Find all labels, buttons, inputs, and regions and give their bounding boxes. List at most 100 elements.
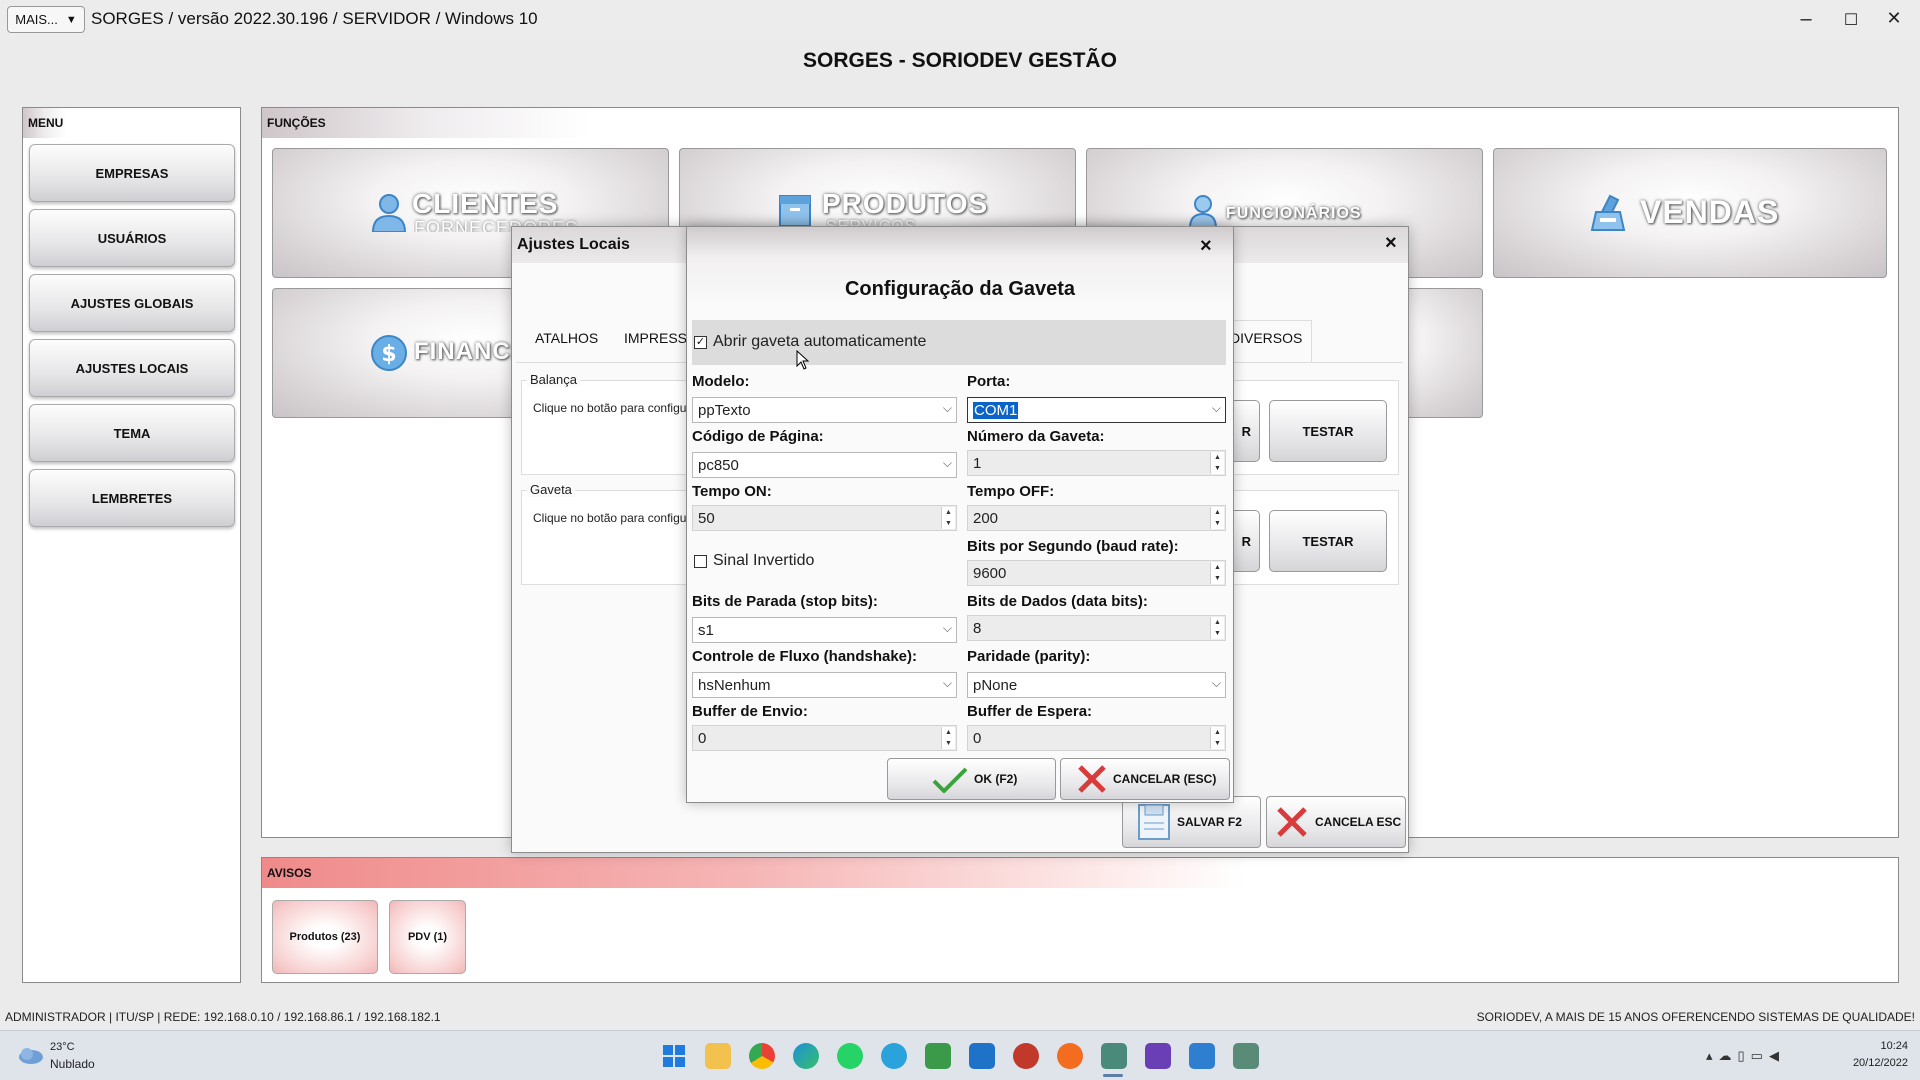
salvar-label: SALVAR F2 — [1177, 815, 1242, 829]
tab-atalhos[interactable]: ATALHOS — [535, 330, 598, 346]
mouse-cursor-icon — [796, 349, 810, 375]
weather-temp: 23°C — [50, 1041, 75, 1053]
system-tray-icons[interactable]: ▴☁▯▭◀ — [1706, 1048, 1785, 1064]
window-app-icon[interactable] — [1189, 1043, 1215, 1069]
salvar-button[interactable]: SALVAR F2 — [1122, 796, 1261, 848]
abrir-auto-checkbox[interactable]: ✓ — [694, 336, 707, 349]
buffer-espera-value: 0 — [973, 730, 982, 747]
spinner-arrows-icon[interactable]: ▲ ▼ — [1210, 507, 1224, 529]
cancelar-button[interactable]: CANCELAR (ESC) — [1060, 758, 1230, 800]
edge-icon[interactable] — [793, 1043, 819, 1069]
menu-item-lembretes[interactable]: LEMBRETES — [29, 469, 235, 527]
abrir-auto-label: Abrir gaveta automaticamente — [713, 333, 927, 350]
handshake-select[interactable]: hsNenhum ⌵ — [692, 672, 957, 698]
balanca-testar-button[interactable]: TESTAR — [1269, 400, 1387, 462]
ok-label: OK (F2) — [974, 772, 1018, 786]
buffer-envio-spinner[interactable]: 0 ▲ ▼ — [692, 725, 957, 751]
parity-label: Paridade (parity): — [967, 648, 1091, 665]
parity-select[interactable]: pNone ⌵ — [967, 672, 1226, 698]
buffer-espera-spinner[interactable]: 0 ▲ ▼ — [967, 725, 1226, 751]
produtos-label: PRODUTOS — [822, 188, 989, 219]
chevron-down-icon: ⌵ — [942, 676, 952, 690]
maximize-button[interactable]: ☐ — [1836, 10, 1866, 30]
menu-item-empresas[interactable]: EMPRESAS — [29, 144, 235, 202]
gaveta-close-icon[interactable]: × — [1200, 235, 1212, 258]
codigo-pagina-label: Código de Página: — [692, 428, 824, 445]
windows-start-icon[interactable] — [661, 1043, 687, 1069]
aviso-pdv[interactable]: PDV (1) — [389, 900, 466, 974]
firefox-icon[interactable] — [1057, 1043, 1083, 1069]
spinner-arrows-icon[interactable]: ▲ ▼ — [1210, 617, 1224, 639]
close-window-button[interactable]: ✕ — [1879, 8, 1909, 29]
mail-icon[interactable] — [969, 1043, 995, 1069]
telegram-icon[interactable] — [881, 1043, 907, 1069]
tempo-on-label: Tempo ON: — [692, 483, 772, 500]
tab-diversos[interactable]: DIVERSOS — [1230, 330, 1302, 346]
chevron-down-icon: ⌵ — [1211, 676, 1221, 690]
spinner-arrows-icon[interactable]: ▲ ▼ — [1210, 562, 1224, 584]
data-bits-spinner[interactable]: 8 ▲ ▼ — [967, 615, 1226, 641]
status-bar: ADMINISTRADOR | ITU/SP | REDE: 192.168.0… — [0, 1005, 1920, 1029]
avisos-title: AVISOS — [262, 858, 1898, 888]
cancela-button[interactable]: CANCELA ESC — [1266, 796, 1406, 848]
gaveta-dialog-title: Configuração da Gaveta — [844, 278, 1076, 300]
weather-icon[interactable] — [16, 1044, 44, 1071]
app-icon-red[interactable] — [1013, 1043, 1039, 1069]
sorges-app-icon-2[interactable] — [1233, 1043, 1259, 1069]
cancelar-label: CANCELAR (ESC) — [1113, 772, 1217, 786]
minimize-button[interactable]: – — [1791, 8, 1821, 31]
baud-rate-spinner[interactable]: 9600 ▲ ▼ — [967, 560, 1226, 586]
modelo-select[interactable]: ppTexto ⌵ — [692, 397, 957, 423]
baud-rate-label: Bits por Segundo (baud rate): — [967, 538, 1179, 555]
clock-time[interactable]: 10:24 — [1828, 1040, 1908, 1052]
cancel-x-icon — [1078, 765, 1106, 793]
avisos-panel: AVISOS Produtos (23) PDV (1) — [261, 857, 1899, 983]
porta-select[interactable]: COM1 ⌵ — [967, 397, 1226, 423]
check-icon — [932, 767, 968, 793]
financeiro-label: FINANCEIRO — [414, 338, 514, 365]
numero-gaveta-spinner[interactable]: 1 ▲ ▼ — [967, 450, 1226, 476]
gaveta-text: Clique no botão para configurar — [533, 511, 702, 525]
balanca-text: Clique no botão para configurar — [533, 401, 702, 415]
buffer-espera-label: Buffer de Espera: — [967, 703, 1093, 720]
menu-item-ajustes-locais[interactable]: AJUSTES LOCAIS — [29, 339, 235, 397]
app-header-title: SORGES - SORIODEV GESTÃO — [803, 49, 1117, 72]
spinner-arrows-icon[interactable]: ▲ ▼ — [941, 507, 955, 529]
status-right: SORIODEV, A MAIS DE 15 ANOS OFERENCENDO … — [1476, 1010, 1915, 1024]
mais-dropdown-button[interactable]: MAIS... ▼ — [7, 6, 85, 33]
chrome-icon[interactable] — [749, 1043, 775, 1069]
buffer-envio-label: Buffer de Envio: — [692, 703, 808, 720]
tempo-off-spinner[interactable]: 200 ▲ ▼ — [967, 505, 1226, 531]
ajustes-locais-close-icon[interactable]: × — [1385, 232, 1397, 255]
modelo-value: ppTexto — [698, 402, 751, 419]
menu-item-tema[interactable]: TEMA — [29, 404, 235, 462]
ok-button[interactable]: OK (F2) — [887, 758, 1056, 800]
gaveta-testar-button[interactable]: TESTAR — [1269, 510, 1387, 572]
weather-desc: Nublado — [50, 1057, 95, 1071]
aviso-produtos[interactable]: Produtos (23) — [272, 900, 378, 974]
menu-item-usuarios[interactable]: USUÁRIOS — [29, 209, 235, 267]
tempo-off-label: Tempo OFF: — [967, 483, 1055, 500]
codigo-pagina-select[interactable]: pc850 ⌵ — [692, 452, 957, 478]
numero-gaveta-label: Número da Gaveta: — [967, 428, 1105, 445]
gaveta-group-title: Gaveta — [527, 482, 575, 497]
sorges-app-icon[interactable] — [1101, 1043, 1127, 1069]
stop-bits-value: s1 — [698, 622, 714, 639]
spinner-arrows-icon[interactable]: ▲ ▼ — [1210, 727, 1224, 749]
spinner-arrows-icon[interactable]: ▲ ▼ — [941, 727, 955, 749]
svg-text:$: $ — [381, 342, 396, 367]
codigo-pagina-value: pc850 — [698, 457, 739, 474]
sinal-invertido-checkbox[interactable] — [694, 555, 707, 568]
clock-date[interactable]: 20/12/2022 — [1828, 1057, 1908, 1069]
funcoes-title: FUNÇÕES — [262, 108, 1898, 138]
menu-item-ajustes-globais[interactable]: AJUSTES GLOBAIS — [29, 274, 235, 332]
save-icon — [1138, 804, 1170, 840]
video-editor-icon[interactable] — [1145, 1043, 1171, 1069]
spinner-arrows-icon[interactable]: ▲ ▼ — [1210, 452, 1224, 474]
stop-bits-select[interactable]: s1 ⌵ — [692, 617, 957, 643]
data-bits-label: Bits de Dados (data bits): — [967, 593, 1148, 610]
whatsapp-icon[interactable] — [837, 1043, 863, 1069]
tempo-on-spinner[interactable]: 50 ▲ ▼ — [692, 505, 957, 531]
spreadsheet-icon[interactable] — [925, 1043, 951, 1069]
file-explorer-icon[interactable] — [705, 1043, 731, 1069]
